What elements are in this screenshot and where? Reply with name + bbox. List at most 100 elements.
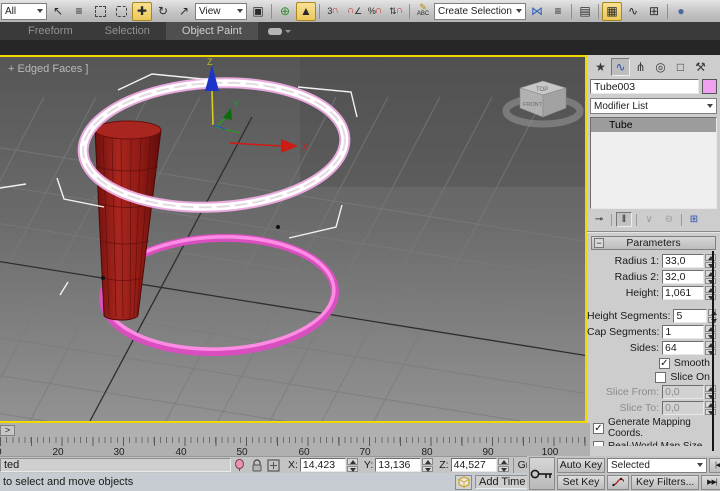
cap-segments-input[interactable]: 1 <box>662 325 704 339</box>
default-tangents-button[interactable] <box>607 475 629 490</box>
sides-spinner[interactable] <box>705 341 716 355</box>
material-editor-icon[interactable]: ● <box>671 2 691 21</box>
show-end-result-icon[interactable]: ‖ <box>616 212 632 227</box>
make-unique-icon[interactable]: ∨ <box>641 212 657 227</box>
slice-on-checkbox[interactable] <box>655 372 666 383</box>
create-tab-icon[interactable]: ★ <box>591 58 610 76</box>
snap-toggle-3d-icon[interactable]: 3∩ <box>323 2 343 21</box>
select-and-scale-icon[interactable]: ↗ <box>174 2 194 21</box>
smooth-checkbox-row: ✓ Smooth <box>587 357 710 369</box>
generate-mapping-checkbox[interactable]: ✓ <box>593 423 604 434</box>
spinner-snap-icon[interactable]: ⇅∩ <box>386 2 406 21</box>
panel-scrollbar[interactable] <box>712 251 714 451</box>
modify-tab-icon[interactable]: ∿ <box>611 58 630 76</box>
z-spinner[interactable] <box>498 458 509 472</box>
go-to-start-button[interactable]: |◀◀ <box>709 458 720 473</box>
selection-lock-icon[interactable] <box>248 458 265 473</box>
track-bar[interactable]: > 10 20 30 40 50 60 70 80 90 100 <box>0 423 590 456</box>
pin-stack-icon[interactable]: ⊸ <box>591 212 607 227</box>
object-color-swatch[interactable] <box>702 79 717 94</box>
isolate-selection-icon[interactable] <box>231 458 248 473</box>
select-and-move-icon[interactable]: ✚ <box>132 2 152 21</box>
angle-snap-icon[interactable]: ∩∠ <box>344 2 364 21</box>
named-selection-sets-dropdown[interactable]: Create Selection Se <box>434 3 526 20</box>
remove-modifier-icon[interactable]: ⊖ <box>661 212 677 227</box>
perspective-viewport[interactable]: + Edged Faces ] <box>0 55 587 423</box>
curve-editor-icon[interactable]: ∿ <box>623 2 643 21</box>
real-world-map-checkbox[interactable] <box>593 441 604 446</box>
height-input[interactable]: 1,061 <box>662 286 704 300</box>
tab-selection[interactable]: Selection <box>89 22 166 40</box>
motion-tab-icon[interactable]: ◎ <box>651 58 670 76</box>
select-by-name-icon[interactable]: ≡ <box>69 2 89 21</box>
key-filters-button[interactable]: Key Filters... <box>631 475 699 490</box>
auto-key-button[interactable]: Auto Key <box>557 458 605 473</box>
y-spinner[interactable] <box>422 458 433 472</box>
layer-manager-icon[interactable]: ▤ <box>575 2 595 21</box>
mirror-icon[interactable]: ⋈ <box>527 2 547 21</box>
hierarchy-tab-icon[interactable]: ⋔ <box>631 58 650 76</box>
align-icon[interactable]: ≡ <box>548 2 568 21</box>
height-spinner[interactable] <box>705 286 716 300</box>
time-slider-next-button[interactable]: > <box>0 425 15 436</box>
viewport-label[interactable]: + Edged Faces ] <box>8 63 88 75</box>
window-crossing-icon[interactable] <box>111 2 131 21</box>
absolute-offset-mode-icon[interactable] <box>265 458 282 473</box>
z-coordinate-label: Z: <box>439 459 448 471</box>
tab-object-paint[interactable]: Object Paint <box>166 22 258 40</box>
utilities-tab-icon[interactable]: ⚒ <box>691 58 710 76</box>
height-row: Height: 1,061 <box>587 286 716 300</box>
axis-z-label: Z <box>207 57 213 67</box>
3ds-max-window: All ↖ ≡ ✚ ↻ ↗ View ▣ ⊕ ▲ 3∩ ∩∠ %∩ ⇅∩ ✎AB… <box>0 0 720 491</box>
z-coordinate-field[interactable]: 44,527 <box>451 458 497 472</box>
select-object-icon[interactable]: ↖ <box>48 2 68 21</box>
named-selection-filter-dropdown[interactable]: All <box>1 3 47 20</box>
radius2-input[interactable]: 32,0 <box>662 270 704 284</box>
scene-explorer-icon[interactable]: ▦ <box>602 2 622 21</box>
set-key-button[interactable]: Set Key <box>557 475 605 490</box>
sides-input[interactable]: 64 <box>662 341 704 355</box>
rectangular-selection-region-icon[interactable] <box>90 2 110 21</box>
reference-coordinate-dropdown[interactable]: View <box>195 3 247 20</box>
status-selection-text: ted <box>0 458 231 472</box>
keyboard-shortcut-override-icon[interactable]: ▲ <box>296 2 316 21</box>
x-spinner[interactable] <box>347 458 358 472</box>
generate-mapping-row: ✓ Generate Mapping Coords. <box>593 417 710 439</box>
key-mode-dropdown[interactable]: Selected <box>607 458 707 473</box>
x-coordinate-field[interactable]: 14,423 <box>300 458 346 472</box>
chevron-down-icon <box>697 463 703 467</box>
radius2-spinner[interactable] <box>705 270 716 284</box>
select-and-manipulate-icon[interactable]: ⊕ <box>275 2 295 21</box>
radius1-spinner[interactable] <box>705 254 716 268</box>
smooth-checkbox[interactable]: ✓ <box>659 358 670 369</box>
viewcube-front-label[interactable]: FRONT <box>523 102 543 108</box>
viewcube-top-label[interactable]: TOP <box>536 87 548 93</box>
height-segments-input[interactable]: 5 <box>673 309 706 323</box>
parameters-rollout-header[interactable]: − Parameters <box>591 236 716 250</box>
ribbon-config-menu[interactable] <box>258 22 301 40</box>
y-coordinate-field[interactable]: 13,136 <box>375 458 421 472</box>
object-name-field[interactable]: Tube003 <box>590 79 699 94</box>
modifier-list-dropdown[interactable]: Modifier List <box>590 98 717 114</box>
time-tag-cube-icon[interactable] <box>455 475 472 490</box>
schematic-view-icon[interactable]: ⊞ <box>644 2 664 21</box>
panel-divider <box>587 231 720 233</box>
slice-to-spinner <box>705 401 716 415</box>
modifier-stack-item-tube[interactable]: Tube <box>591 118 716 132</box>
display-tab-icon[interactable]: □ <box>671 58 690 76</box>
time-controls: Auto Key Selected |◀◀ ◀ Set Key Key Filt… <box>527 456 720 491</box>
go-to-end-button[interactable]: ▶▶| <box>701 475 720 490</box>
ribbon-minimize-icon <box>268 28 282 35</box>
cap-segments-spinner[interactable] <box>705 325 716 339</box>
slice-from-spinner <box>705 385 716 399</box>
edit-named-selection-sets-icon[interactable]: ✎ABC <box>413 2 433 21</box>
select-and-rotate-icon[interactable]: ↻ <box>153 2 173 21</box>
rollout-collapse-icon[interactable]: − <box>594 238 604 248</box>
modifier-stack[interactable]: Tube <box>590 117 717 209</box>
radius1-input[interactable]: 33,0 <box>662 254 704 268</box>
percent-snap-icon[interactable]: %∩ <box>365 2 385 21</box>
use-pivot-center-icon[interactable]: ▣ <box>248 2 268 21</box>
tab-freeform[interactable]: Freeform <box>12 22 89 40</box>
configure-modifier-sets-icon[interactable]: ⊞ <box>686 212 702 227</box>
set-keys-button[interactable] <box>529 457 555 490</box>
